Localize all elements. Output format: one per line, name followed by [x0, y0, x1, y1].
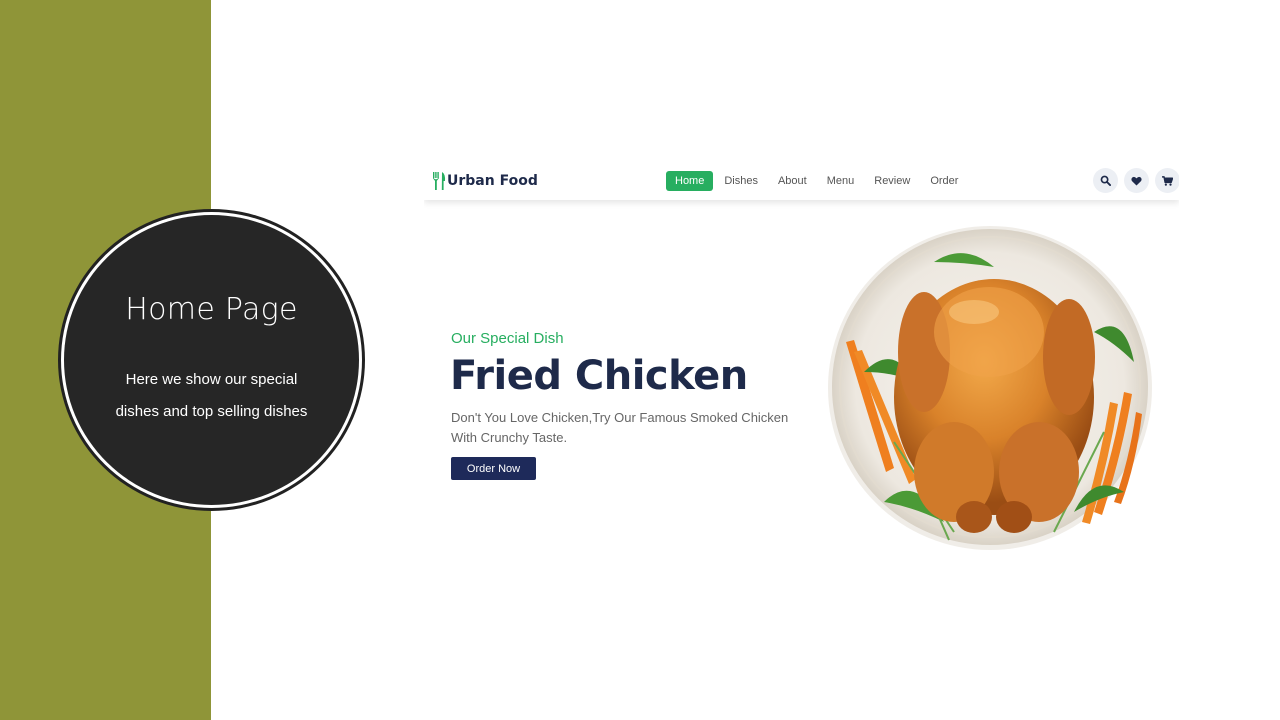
slide-circle	[64, 215, 359, 505]
heart-icon	[1131, 176, 1142, 186]
fried-chicken-image	[828, 226, 1152, 550]
brand-name: Urban Food	[447, 173, 538, 189]
order-now-button[interactable]: Order Now	[451, 457, 536, 480]
nav-review[interactable]: Review	[864, 171, 920, 191]
utensils-icon	[433, 172, 446, 190]
wishlist-button[interactable]	[1124, 168, 1149, 193]
hero-eyebrow: Our Special Dish	[451, 330, 564, 347]
cart-icon	[1162, 175, 1173, 186]
slide-description-line: dishes and top selling dishes	[115, 403, 308, 420]
brand-logo[interactable]: Urban Food	[432, 170, 538, 192]
hero-subtitle-line: Don't You Love Chicken,Try Our Famous Sm…	[451, 410, 789, 425]
nav-order[interactable]: Order	[920, 171, 968, 191]
hero-subtitle: Don't You Love Chicken,Try Our Famous Sm…	[451, 408, 796, 448]
nav-menu[interactable]: Menu	[817, 171, 865, 191]
search-icon	[1100, 175, 1111, 186]
cart-button[interactable]	[1155, 168, 1179, 193]
nav-about[interactable]: About	[768, 171, 817, 191]
hero-title: Fried Chicken	[450, 353, 748, 399]
hero-subtitle-line: With Crunchy Taste.	[451, 430, 568, 445]
nav-home[interactable]: Home	[666, 171, 714, 191]
website-screenshot: Urban Food Home Dishes About Menu Review…	[424, 160, 1179, 555]
nav-dishes[interactable]: Dishes	[714, 171, 768, 191]
nav-links: Home Dishes About Menu Review Order	[666, 171, 968, 191]
slide-title: Home Page	[125, 292, 298, 327]
slide-description: Here we show our special dishes and top …	[74, 364, 349, 428]
search-button[interactable]	[1093, 168, 1118, 193]
navbar: Urban Food Home Dishes About Menu Review…	[424, 160, 1179, 200]
slide-description-line: Here we show our special	[125, 371, 298, 388]
